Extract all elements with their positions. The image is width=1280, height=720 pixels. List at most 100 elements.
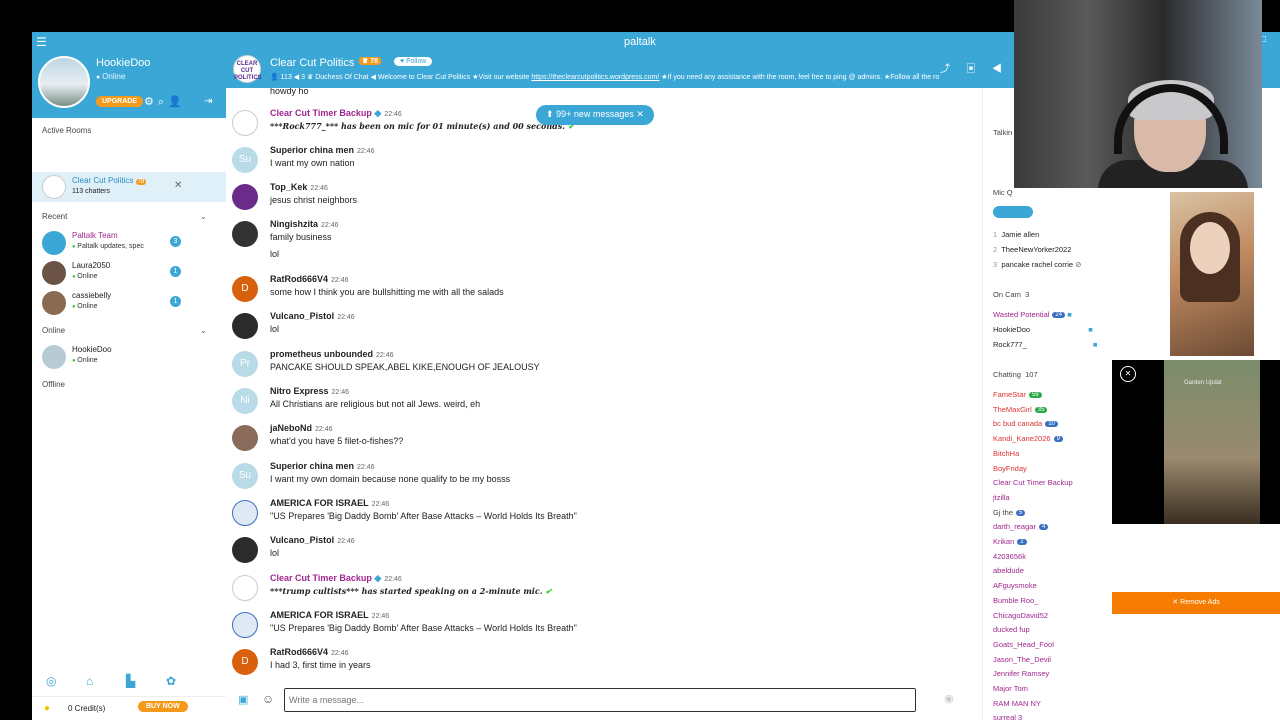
cam-user[interactable]: Rock777_ ■ bbox=[993, 340, 1097, 349]
home-icon[interactable]: ⌂ bbox=[86, 674, 93, 688]
chatting-user[interactable]: AFguysmoke bbox=[993, 581, 1037, 590]
room-website-link[interactable]: https://theclearcutpolitics.wordpress.co… bbox=[531, 74, 659, 81]
message-author[interactable]: Clear Cut Timer Backup ◆ 22:46 bbox=[270, 108, 402, 119]
avatar[interactable]: Su bbox=[232, 147, 258, 173]
active-room-item[interactable]: Clear Cut Politics 78 113 chatters ✕ bbox=[32, 172, 226, 202]
chevron-down-icon[interactable]: ⌄ bbox=[200, 212, 207, 221]
message-text: "US Prepares 'Big Daddy Bomb' After Base… bbox=[270, 511, 577, 521]
message-author[interactable]: jaNeboNd 22:46 bbox=[270, 423, 333, 433]
upgrade-button[interactable]: UPGRADE bbox=[96, 96, 144, 107]
gift-icon[interactable]: ▣ bbox=[238, 693, 248, 706]
recent-item[interactable]: Laura2050 Online 1 bbox=[42, 258, 220, 286]
avatar[interactable]: Ni bbox=[232, 388, 258, 414]
message-input[interactable] bbox=[284, 688, 916, 712]
message-author[interactable]: prometheus unbounded 22:46 bbox=[270, 349, 394, 359]
chatting-user[interactable]: RAM MAN NY bbox=[993, 699, 1041, 708]
queue-item[interactable]: 3 pancake rachel corrie ⊘ bbox=[993, 260, 1081, 269]
avatar[interactable] bbox=[232, 612, 258, 638]
chatting-user[interactable]: BoyFriday bbox=[993, 464, 1027, 473]
message-author[interactable]: Ningishzita 22:46 bbox=[270, 219, 339, 229]
chatting-user[interactable]: ducked fup bbox=[993, 625, 1030, 634]
gift-icon[interactable]: ▣ bbox=[966, 64, 992, 75]
add-user-icon[interactable]: 👤 bbox=[168, 96, 186, 108]
message-author[interactable]: Nitro Express 22:46 bbox=[270, 386, 349, 396]
gear-icon[interactable]: ⚙ bbox=[144, 96, 158, 108]
collapse-sidebar-icon[interactable]: ⇥ bbox=[204, 96, 212, 107]
profile-status[interactable]: Online bbox=[96, 72, 125, 81]
message-author[interactable]: Top_Kek 22:46 bbox=[270, 182, 328, 192]
recent-item[interactable]: cassiebelly Online 1 bbox=[42, 288, 220, 316]
recent-item-status: Paltalk updates, spec bbox=[72, 243, 144, 250]
new-messages-button[interactable]: ⬆ 99+ new messages ✕ bbox=[536, 105, 654, 125]
muted-speaker-icon[interactable]: ✕ bbox=[1120, 366, 1136, 382]
chatting-user[interactable]: Goats_Head_Fool bbox=[993, 640, 1054, 649]
message-author[interactable]: Clear Cut Timer Backup ◆ 22:46 bbox=[270, 573, 402, 584]
chatting-user[interactable]: abeldude bbox=[993, 566, 1024, 575]
chatting-user[interactable]: jtzilla bbox=[993, 493, 1010, 502]
message-author[interactable]: Superior china men 22:46 bbox=[270, 145, 375, 155]
chatting-user[interactable]: Jason_The_Devil bbox=[993, 655, 1051, 664]
follow-button[interactable]: ♥ Follow bbox=[394, 57, 433, 66]
search-icon[interactable]: ⌕ bbox=[158, 96, 168, 108]
active-room-name: Clear Cut Politics bbox=[72, 176, 134, 185]
chatting-user[interactable]: Clear Cut Timer Backup bbox=[993, 478, 1073, 487]
chat-messages[interactable]: howdy ho Clear Cut Timer Backup ◆ 22:46 *… bbox=[226, 88, 982, 686]
avatar[interactable] bbox=[232, 221, 258, 247]
cam-user[interactable]: Wasted Potential 24 ■ bbox=[993, 310, 1072, 319]
settings-icon[interactable]: ✿ bbox=[166, 674, 176, 688]
message-author[interactable]: AMERICA FOR ISRAEL 22:46 bbox=[270, 610, 389, 620]
chatting-user[interactable]: bc bud canada 10 bbox=[993, 419, 1058, 428]
avatar[interactable] bbox=[38, 56, 90, 108]
remove-ads-button[interactable]: ✕ Remove Ads bbox=[1112, 592, 1280, 614]
chatting-user[interactable]: BitchHa bbox=[993, 449, 1019, 458]
hamburger-icon[interactable]: ☰ bbox=[36, 35, 47, 49]
avatar[interactable] bbox=[232, 500, 258, 526]
cam-video[interactable] bbox=[1170, 192, 1254, 356]
chatting-user[interactable]: Kandi_Kane2026 9 bbox=[993, 434, 1063, 443]
buy-now-button[interactable]: BUY NOW bbox=[138, 701, 188, 712]
avatar[interactable] bbox=[232, 184, 258, 210]
share-icon[interactable]: ⤴ bbox=[940, 64, 966, 75]
compass-icon[interactable]: ◎ bbox=[46, 674, 56, 688]
message-author[interactable]: Vulcano_Pistol 22:46 bbox=[270, 311, 355, 321]
emoji-icon[interactable]: ☺ bbox=[262, 692, 274, 706]
queue-toggle[interactable] bbox=[993, 206, 1033, 218]
avatar[interactable] bbox=[232, 537, 258, 563]
close-icon[interactable]: ✕ bbox=[636, 109, 644, 119]
chatting-user[interactable]: ChicagoDavid52 bbox=[993, 611, 1048, 620]
message-author[interactable]: AMERICA FOR ISRAEL 22:46 bbox=[270, 498, 389, 508]
mic-icon[interactable]: ◉ bbox=[944, 692, 954, 705]
message-author[interactable]: RatRod666V4 22:46 bbox=[270, 647, 349, 657]
message-author[interactable]: Superior china men 22:46 bbox=[270, 461, 375, 471]
chatting-user[interactable]: darth_reagar 4 bbox=[993, 522, 1049, 531]
chatting-user[interactable]: Major Tom bbox=[993, 684, 1028, 693]
chevron-down-icon[interactable]: ⌄ bbox=[200, 326, 207, 335]
close-icon[interactable]: ✕ bbox=[174, 180, 182, 191]
avatar[interactable]: D bbox=[232, 649, 258, 675]
chatting-user[interactable]: Jennifer Ramsey bbox=[993, 669, 1049, 678]
avatar[interactable] bbox=[232, 313, 258, 339]
online-item[interactable]: HookieDoo Online bbox=[42, 342, 220, 370]
cam-user[interactable]: HookieDoo ■ bbox=[993, 325, 1093, 334]
message-text: jesus christ neighbors bbox=[270, 195, 358, 205]
avatar[interactable] bbox=[232, 575, 258, 601]
cam-video[interactable]: ✕ Garden Updat bbox=[1112, 360, 1280, 524]
chatting-user[interactable]: 4203656k bbox=[993, 552, 1026, 561]
chatting-user[interactable]: TheMaxGirl 35 bbox=[993, 405, 1048, 414]
queue-item[interactable]: 1 Jamie allen bbox=[993, 230, 1039, 239]
avatar[interactable]: Pr bbox=[232, 351, 258, 377]
avatar[interactable] bbox=[232, 110, 258, 136]
chatting-user[interactable]: FameStar 59 bbox=[993, 390, 1042, 399]
message-author[interactable]: Vulcano_Pistol 22:46 bbox=[270, 535, 355, 545]
avatar[interactable]: Su bbox=[232, 463, 258, 489]
message-author[interactable]: RatRod666V4 22:46 bbox=[270, 274, 349, 284]
recent-item[interactable]: Paltalk Team Paltalk updates, spec 3 bbox=[42, 228, 220, 256]
chatting-user[interactable]: Bumble Roo_ bbox=[993, 596, 1038, 605]
chatting-user[interactable]: surreal 3 bbox=[993, 713, 1022, 720]
chatting-user[interactable]: Gj the 5 bbox=[993, 508, 1026, 517]
avatar[interactable] bbox=[232, 425, 258, 451]
avatar[interactable]: D bbox=[232, 276, 258, 302]
queue-item[interactable]: 2 TheeNewYorker2022 bbox=[993, 245, 1071, 254]
chart-icon[interactable]: ▙ bbox=[126, 674, 135, 688]
chatting-user[interactable]: Krikan 2 bbox=[993, 537, 1027, 546]
